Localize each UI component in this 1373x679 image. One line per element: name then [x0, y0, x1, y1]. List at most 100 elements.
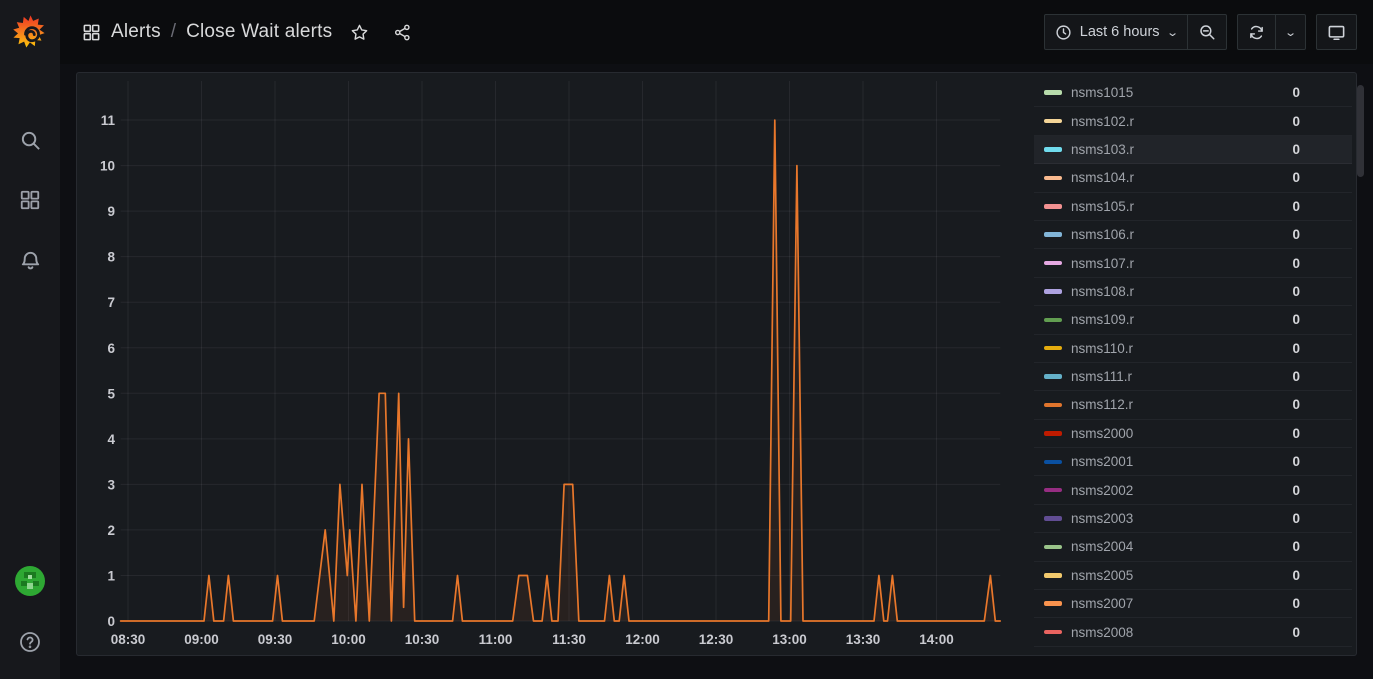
legend-series-value: 0 [1292, 256, 1300, 271]
legend-series-swatch [1044, 431, 1062, 436]
star-icon [350, 23, 369, 42]
legend-series-label[interactable]: nsms2002 [1071, 483, 1133, 498]
close-wait-chart[interactable]: 0123456789101108:3009:0009:3010:0010:301… [77, 73, 1091, 655]
y-axis-tick-label: 7 [107, 295, 115, 310]
refresh-icon [1248, 24, 1265, 41]
grafana-logo[interactable] [12, 13, 49, 50]
y-axis-tick-label: 5 [107, 386, 115, 401]
legend-series-label[interactable]: nsms2001 [1071, 454, 1133, 469]
legend-series-label[interactable]: nsms102.r [1071, 114, 1134, 129]
legend-series-swatch [1044, 601, 1062, 606]
legend-series-swatch [1044, 119, 1062, 124]
x-axis-tick-label: 11:30 [552, 632, 586, 647]
refresh-interval-dropdown[interactable]: ⌄ [1275, 15, 1305, 49]
legend-row[interactable]: nsms2005 0 [1034, 562, 1352, 590]
legend-series-swatch [1044, 374, 1062, 379]
legend-series-label[interactable]: nsms2005 [1071, 568, 1133, 583]
search-icon [19, 129, 42, 152]
legend-row[interactable]: nsms108.r0 [1034, 278, 1352, 306]
legend-series-label[interactable]: nsms104.r [1071, 170, 1134, 185]
legend-row[interactable]: nsms112.r0 [1034, 391, 1352, 419]
time-controls-group: Last 6 hours ⌄ [1044, 14, 1227, 50]
legend-series-swatch [1044, 630, 1062, 635]
sidebar-help-button[interactable] [0, 620, 60, 664]
legend-series-value: 0 [1292, 568, 1300, 583]
legend-row[interactable]: nsms110.r0 [1034, 335, 1352, 363]
refresh-controls-group: ⌄ [1237, 14, 1306, 50]
legend-series-label[interactable]: nsms106.r [1071, 227, 1134, 242]
zoom-out-icon [1198, 23, 1216, 41]
x-axis-tick-label: 11:00 [479, 632, 513, 647]
legend-series-label[interactable]: nsms2008 [1071, 625, 1133, 640]
user-avatar[interactable] [15, 566, 45, 596]
legend-row[interactable]: nsms107.r 0 [1034, 249, 1352, 277]
x-axis-tick-label: 14:00 [919, 632, 954, 647]
legend-row[interactable]: nsms20020 [1034, 476, 1352, 504]
legend-series-swatch [1044, 232, 1062, 237]
legend-row[interactable]: nsms109.r0 [1034, 306, 1352, 334]
legend-series-label[interactable]: nsms2003 [1071, 511, 1133, 526]
legend-series-swatch [1044, 516, 1062, 521]
legend-row[interactable]: nsms20080 [1034, 618, 1352, 646]
legend-row[interactable]: nsms20030 [1034, 505, 1352, 533]
legend-series-label[interactable]: nsms112.r [1071, 397, 1133, 412]
legend-row[interactable]: nsms20040 [1034, 533, 1352, 561]
sidebar-alerting-button[interactable] [0, 238, 60, 282]
breadcrumb: Alerts / Close Wait alerts [82, 21, 412, 43]
x-axis-tick-label: 08:30 [111, 632, 146, 647]
chevron-down-icon: ⌄ [1284, 26, 1297, 39]
legend-series-value: 0 [1292, 227, 1300, 242]
legend-row[interactable]: nsms20000 [1034, 420, 1352, 448]
breadcrumb-section[interactable]: Alerts [111, 21, 161, 43]
legend-series-swatch [1044, 545, 1062, 550]
legend-series-label[interactable]: nsms110.r [1071, 341, 1133, 356]
legend-row[interactable]: nsms111.r 0 [1034, 363, 1352, 391]
star-dashboard-button[interactable] [350, 23, 369, 42]
sidebar-dashboards-button[interactable] [0, 178, 60, 222]
legend-series-label[interactable]: nsms2000 [1071, 426, 1133, 441]
zoom-out-button[interactable] [1187, 15, 1226, 49]
share-dashboard-button[interactable] [393, 23, 412, 42]
sidebar-search-button[interactable] [0, 118, 60, 162]
x-axis-tick-label: 12:30 [699, 632, 734, 647]
y-axis-tick-label: 6 [107, 341, 115, 356]
legend-series-label[interactable]: nsms105.r [1071, 199, 1134, 214]
legend-series-label[interactable]: nsms107.r [1071, 256, 1134, 271]
legend-series-swatch [1044, 403, 1062, 408]
legend-series-value: 0 [1292, 369, 1300, 384]
time-range-label: Last 6 hours [1080, 24, 1160, 40]
legend-series-label[interactable]: nsms108.r [1071, 284, 1134, 299]
time-range-picker[interactable]: Last 6 hours ⌄ [1045, 15, 1187, 49]
help-icon [18, 630, 42, 654]
x-axis-tick-label: 09:30 [258, 632, 293, 647]
legend-row[interactable]: nsms20070 [1034, 590, 1352, 618]
legend-series-label[interactable]: nsms1015 [1071, 85, 1133, 100]
legend-row[interactable]: nsms1015 0 [1034, 79, 1352, 107]
legend-table: nsms10150nsms102.r0nsms103.r0nsms104.r0n… [1034, 79, 1352, 647]
y-axis-tick-label: 3 [107, 477, 115, 492]
legend-row[interactable]: nsms106.r 0 [1034, 221, 1352, 249]
legend-row[interactable]: nsms103.r0 [1034, 136, 1352, 164]
legend-scrollbar[interactable] [1357, 85, 1364, 177]
legend-series-label[interactable]: nsms2007 [1071, 596, 1133, 611]
legend-series-label[interactable]: nsms109.r [1071, 312, 1134, 327]
y-axis-tick-label: 4 [107, 432, 115, 447]
legend-row[interactable]: nsms104.r0 [1034, 164, 1352, 192]
legend-series-value: 0 [1292, 85, 1300, 100]
legend-row[interactable]: nsms2001 0 [1034, 448, 1352, 476]
legend-series-value: 0 [1292, 454, 1300, 469]
tv-kiosk-button[interactable] [1317, 15, 1356, 49]
dashboards-grid-icon [82, 23, 101, 42]
alerting-bell-icon [19, 249, 42, 272]
legend-series-label[interactable]: nsms2004 [1071, 539, 1133, 554]
kiosk-group [1316, 14, 1357, 50]
refresh-button[interactable] [1238, 15, 1275, 49]
legend-row[interactable]: nsms105.r0 [1034, 193, 1352, 221]
legend-series-label[interactable]: nsms111.r [1071, 369, 1132, 384]
legend-series-label[interactable]: nsms103.r [1071, 142, 1134, 157]
timeseries-panel: 0123456789101108:3009:0009:3010:0010:301… [76, 72, 1357, 656]
x-axis-tick-label: 10:30 [405, 632, 440, 647]
legend-row[interactable]: nsms102.r0 [1034, 107, 1352, 135]
x-axis-tick-label: 13:00 [772, 632, 807, 647]
page-title: Close Wait alerts [186, 21, 332, 43]
